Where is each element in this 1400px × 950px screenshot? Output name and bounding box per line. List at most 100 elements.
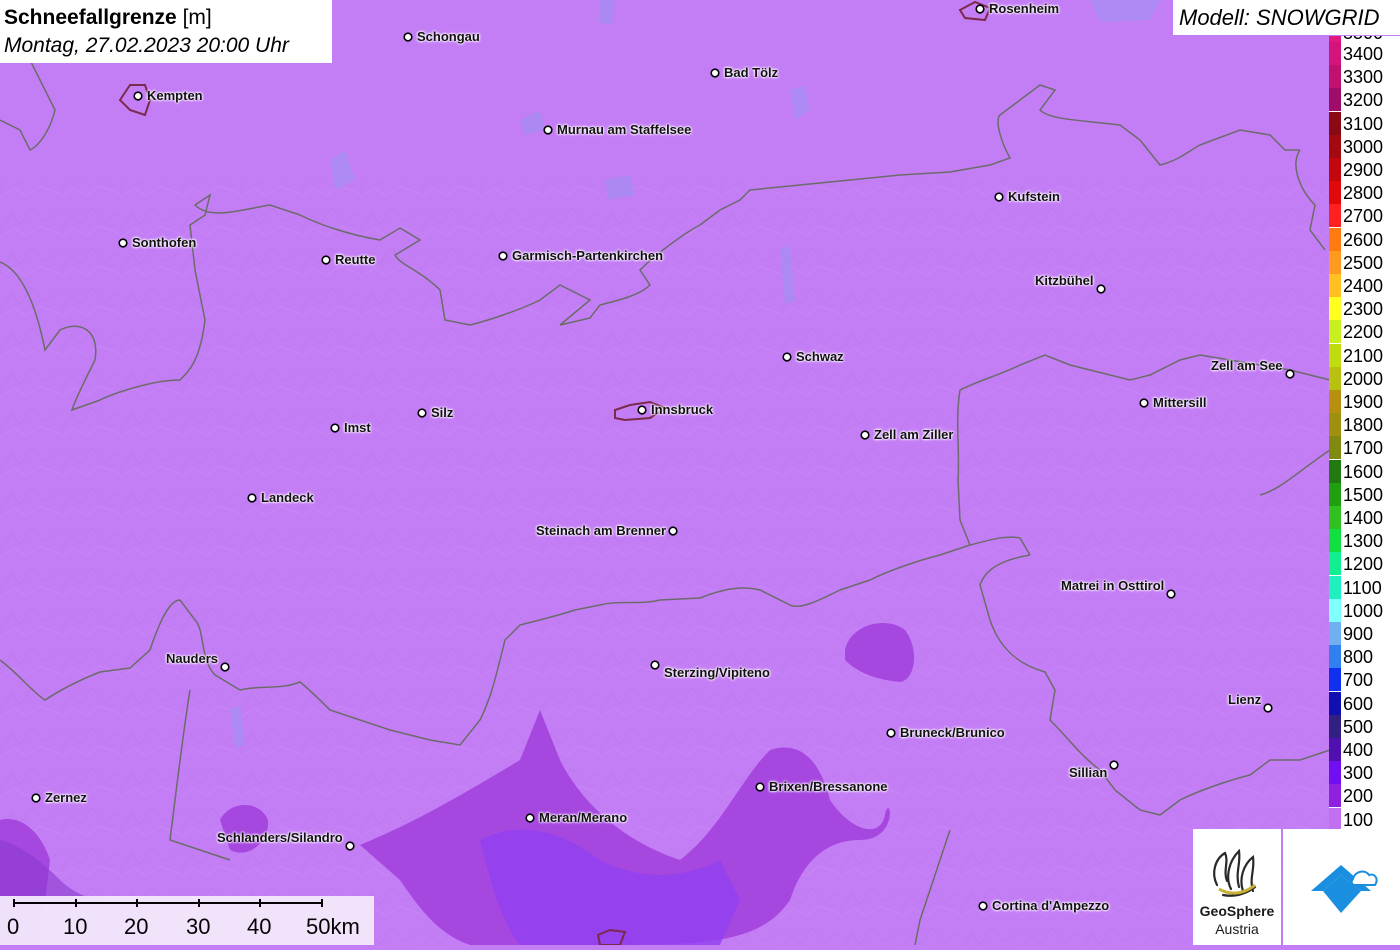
legend-swatch [1329,158,1341,181]
legend-row: 1900 [1329,390,1400,413]
city-label: Sonthofen [132,235,197,250]
legend-row: 2600 [1329,227,1400,251]
legend-swatch [1329,42,1341,65]
city-dot [330,423,340,433]
legend-row: 2200 [1329,320,1400,344]
city-dot [31,793,41,803]
city-label: Kitzbühel [1035,273,1094,288]
legend-swatch [1329,714,1341,738]
city-dot [321,255,331,265]
map-title-variable: Schneefallgrenze [4,6,177,29]
city-dot [755,782,765,792]
city-dot [860,430,870,440]
city-dot [978,901,988,911]
geosphere-logo[interactable]: GeoSphere Austria [1193,829,1281,945]
city-label: Nauders [166,651,219,666]
city-dot [403,32,413,42]
legend-swatch [1329,529,1341,553]
legend-row: 2800 [1329,181,1400,205]
legend-row: 3000 [1329,134,1400,158]
legend-label: 2600 [1343,229,1384,250]
legend-swatch [1329,274,1341,297]
legend-row: 3200 [1329,88,1400,112]
map-canvas[interactable] [0,0,1400,945]
legend-label: 3000 [1343,136,1384,157]
legend-label: 1300 [1343,531,1384,552]
legend-row: 2500 [1329,250,1400,274]
legend-row: 2900 [1329,158,1400,181]
city-label: Bad Tölz [724,65,779,80]
legend-label: 500 [1343,716,1374,737]
legend-swatch [1329,552,1341,576]
legend-label: 1700 [1343,438,1384,459]
legend-row: 800 [1329,645,1400,669]
map-title-unit: [m] [182,6,212,29]
city-label: Mittersill [1153,395,1207,410]
city-dot [1285,369,1295,379]
city-dot [1166,589,1176,599]
city-label: Zell am Ziller [874,427,954,442]
legend-swatch [1329,204,1341,228]
city-label: Reutte [335,252,376,267]
city-dot [975,4,985,14]
legend-label: 900 [1343,624,1374,644]
legend-label: 100 [1343,809,1374,830]
city-dot [345,841,355,851]
scale-label-0: 0 [7,914,20,939]
snowgrid-logo[interactable] [1283,829,1400,945]
legend-label: 1400 [1343,508,1384,528]
legend-row: 1600 [1329,459,1400,483]
scale-label-10: 10 [63,914,88,939]
legend-row: 1000 [1329,598,1400,622]
legend-row: 1500 [1329,482,1400,506]
legend-swatch [1329,807,1341,831]
legend-label: 1500 [1343,484,1384,505]
city-dot [1096,284,1106,294]
scale-label-40: 40 [247,914,272,939]
legend-label: 2700 [1343,206,1384,227]
legend-swatch [1329,598,1341,622]
city-label: Landeck [261,490,314,505]
legend-row: 2300 [1329,297,1400,321]
geosphere-emblem-icon [1213,848,1257,897]
city-label: Kufstein [1008,189,1060,204]
legend-label: 2400 [1343,276,1384,296]
legend-row: 3100 [1329,111,1400,135]
scale-label-20: 20 [124,914,149,939]
legend-label: 2500 [1343,252,1384,273]
legend-label: 3400 [1343,44,1384,64]
city-dot [220,662,230,672]
legend-swatch [1329,738,1341,761]
legend-swatch [1329,413,1341,437]
color-legend: 3500340033003200310030002900280027002600… [1329,36,1400,831]
legend-swatch [1329,622,1341,645]
legend-swatch [1329,436,1341,460]
city-label: Silz [431,405,454,420]
legend-row: 2100 [1329,343,1400,367]
legend-row: 300 [1329,761,1400,785]
legend-swatch [1329,111,1341,135]
legend-label: 1100 [1343,577,1382,598]
city-label: Kempten [147,88,203,103]
legend-row: 1100 [1329,575,1400,599]
snowgrid-mountain-cloud-icon [1311,865,1378,913]
scale-label-30: 30 [186,914,211,939]
city-dot [710,68,720,78]
map-datetime: Montag, 27.02.2023 20:00 Uhr [4,34,289,57]
legend-swatch [1329,366,1341,390]
city-dot [650,660,660,670]
model-label: Modell: SNOWGRID [1173,0,1400,35]
geosphere-logo-name: GeoSphere [1199,903,1275,919]
legend-swatch [1329,343,1341,367]
map-title: Schneefallgrenze [m] [4,3,326,33]
city-dot [543,125,553,135]
city-dot [1139,398,1149,408]
legend-swatch [1329,320,1341,344]
legend-swatch [1329,390,1341,413]
legend-label: 1200 [1343,554,1384,575]
geosphere-logo-country: Austria [1215,921,1259,937]
legend-label: 1800 [1343,415,1384,436]
city-label: Cortina d'Ampezzo [992,898,1110,913]
legend-row: 2400 [1329,274,1400,297]
legend-swatch [1329,668,1341,692]
